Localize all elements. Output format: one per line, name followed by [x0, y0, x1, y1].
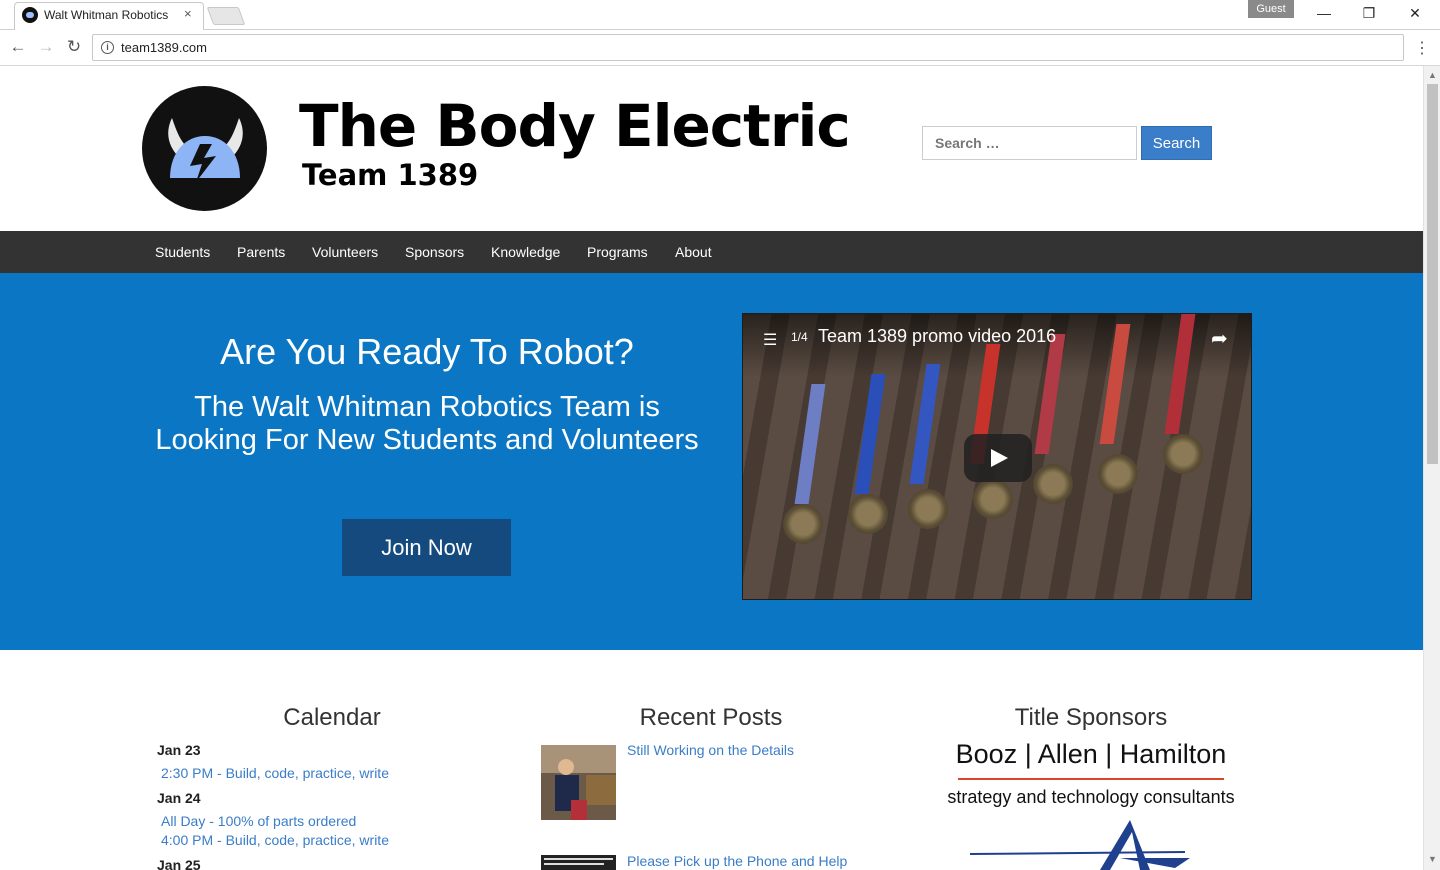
calendar-date: Jan 24: [157, 790, 201, 806]
medal-decoration: [908, 489, 948, 529]
divider: [958, 778, 1224, 780]
nav-item-students[interactable]: Students: [155, 244, 210, 260]
nav-item-sponsors[interactable]: Sponsors: [405, 244, 464, 260]
new-tab-button[interactable]: [206, 7, 246, 25]
post-link[interactable]: Still Working on the Details: [627, 742, 794, 758]
hero-banner: Are You Ready To Robot? The Walt Whitman…: [0, 273, 1423, 650]
playlist-icon[interactable]: ☰: [763, 330, 777, 350]
url-text[interactable]: team1389.com: [121, 40, 207, 55]
site-info-icon[interactable]: i: [101, 41, 114, 54]
back-icon[interactable]: ←: [8, 37, 28, 57]
video-player[interactable]: ☰ 1/4 Team 1389 promo video 2016 ➦: [742, 313, 1252, 600]
medal-decoration: [783, 504, 823, 544]
calendar-title: Calendar: [283, 704, 381, 731]
viking-helmet-icon: [168, 118, 243, 182]
medal-decoration: [1033, 464, 1073, 504]
post-thumbnail[interactable]: [541, 855, 616, 870]
close-window-icon[interactable]: ✕: [1403, 4, 1427, 24]
join-now-button[interactable]: Join Now: [342, 519, 511, 576]
sponsor-tagline: strategy and technology consultants: [947, 787, 1235, 807]
site-subtitle: Team 1389: [302, 158, 479, 192]
sponsors-title: Title Sponsors: [1014, 704, 1168, 731]
medal-decoration: [1163, 434, 1203, 474]
team-logo[interactable]: [142, 86, 267, 211]
minimize-icon[interactable]: —: [1312, 4, 1336, 24]
nav-item-about[interactable]: About: [675, 244, 712, 260]
calendar-event[interactable]: All Day - 100% of parts ordered: [161, 813, 356, 829]
post-photo-icon: [541, 745, 616, 820]
sponsor-name[interactable]: Booz | Allen | Hamilton: [941, 739, 1241, 770]
guest-profile-badge[interactable]: Guest: [1248, 0, 1294, 18]
browser-menu-icon[interactable]: ⋮: [1414, 38, 1430, 58]
search-button[interactable]: Search: [1141, 126, 1212, 160]
share-icon[interactable]: ➦: [1211, 326, 1228, 351]
restore-icon[interactable]: ❐: [1357, 4, 1381, 24]
scroll-thumb[interactable]: [1427, 84, 1438, 464]
scroll-up-icon[interactable]: ▲: [1428, 70, 1437, 80]
address-toolbar: ← → ↻ i team1389.com ⋮: [0, 30, 1440, 66]
nav-item-parents[interactable]: Parents: [237, 244, 285, 260]
calendar-date: Jan 23: [157, 742, 201, 758]
tab-title[interactable]: Walt Whitman Robotics: [44, 8, 170, 22]
post-image-icon: [541, 855, 616, 870]
post-link[interactable]: Please Pick up the Phone and Help: [627, 853, 847, 869]
main-nav: Students Parents Volunteers Sponsors Kno…: [0, 231, 1423, 273]
post-thumbnail[interactable]: [541, 745, 616, 820]
browser-tab-bar: Walt Whitman Robotics × Guest — ❐ ✕: [0, 0, 1440, 30]
url-field[interactable]: i team1389.com: [92, 34, 1404, 61]
site-title[interactable]: The Body Electric: [299, 92, 851, 160]
play-icon[interactable]: [964, 434, 1032, 482]
recent-posts-title: Recent Posts: [639, 704, 783, 731]
video-title[interactable]: Team 1389 promo video 2016: [818, 326, 1056, 347]
search-input[interactable]: [922, 126, 1137, 160]
site-favicon-icon: [22, 7, 38, 23]
playlist-count: 1/4: [791, 330, 808, 344]
page-scrollbar[interactable]: ▲ ▼: [1423, 66, 1440, 870]
tab-close-icon[interactable]: ×: [184, 6, 192, 21]
medal-decoration: [1098, 454, 1138, 494]
reload-icon[interactable]: ↻: [64, 37, 84, 57]
calendar-event[interactable]: 2:30 PM - Build, code, practice, write: [161, 765, 389, 781]
scroll-down-icon[interactable]: ▼: [1428, 854, 1437, 864]
web-page: The Body Electric Team 1389 Search Stude…: [0, 66, 1423, 870]
nav-item-knowledge[interactable]: Knowledge: [491, 244, 560, 260]
medal-decoration: [973, 479, 1013, 519]
calendar-date: Jan 25: [157, 857, 201, 870]
lockheed-star-logo-icon[interactable]: [970, 818, 1190, 870]
medal-decoration: [848, 494, 888, 534]
hero-heading: Are You Ready To Robot?: [220, 331, 634, 372]
hero-subheading: The Walt Whitman Robotics Team is Lookin…: [155, 391, 699, 456]
nav-item-programs[interactable]: Programs: [587, 244, 648, 260]
forward-icon[interactable]: →: [36, 37, 56, 57]
nav-item-volunteers[interactable]: Volunteers: [312, 244, 378, 260]
calendar-event[interactable]: 4:00 PM - Build, code, practice, write: [161, 832, 389, 848]
